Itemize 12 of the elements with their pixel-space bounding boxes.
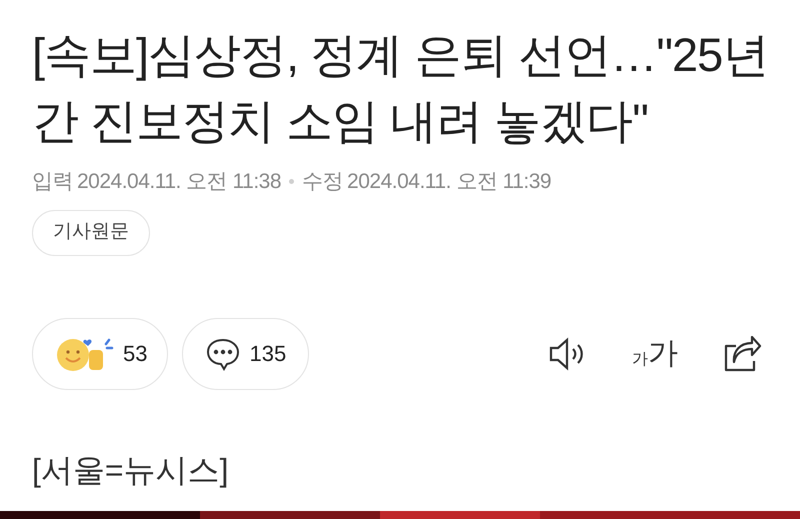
input-time: 2024.04.11. 오전 11:38 <box>77 169 282 195</box>
font-size-button[interactable]: 가가 <box>632 338 678 370</box>
reaction-button[interactable]: 53 <box>32 318 168 390</box>
comment-button[interactable]: 135 <box>182 318 310 390</box>
input-label: 입력 <box>32 169 73 195</box>
original-article-button[interactable]: 기사원문 <box>32 210 150 256</box>
share-icon[interactable] <box>722 336 762 372</box>
edit-time: 2024.04.11. 오전 11:39 <box>347 169 552 195</box>
edit-label: 수정 <box>302 169 344 195</box>
speech-bubble-icon <box>205 336 242 370</box>
article-dateline: [서울=뉴시스] <box>32 450 230 490</box>
article-headline: [속보]심상정, 정계 은퇴 선언…"25년간 진보정치 소임 내려 놓겠다" <box>32 27 770 149</box>
